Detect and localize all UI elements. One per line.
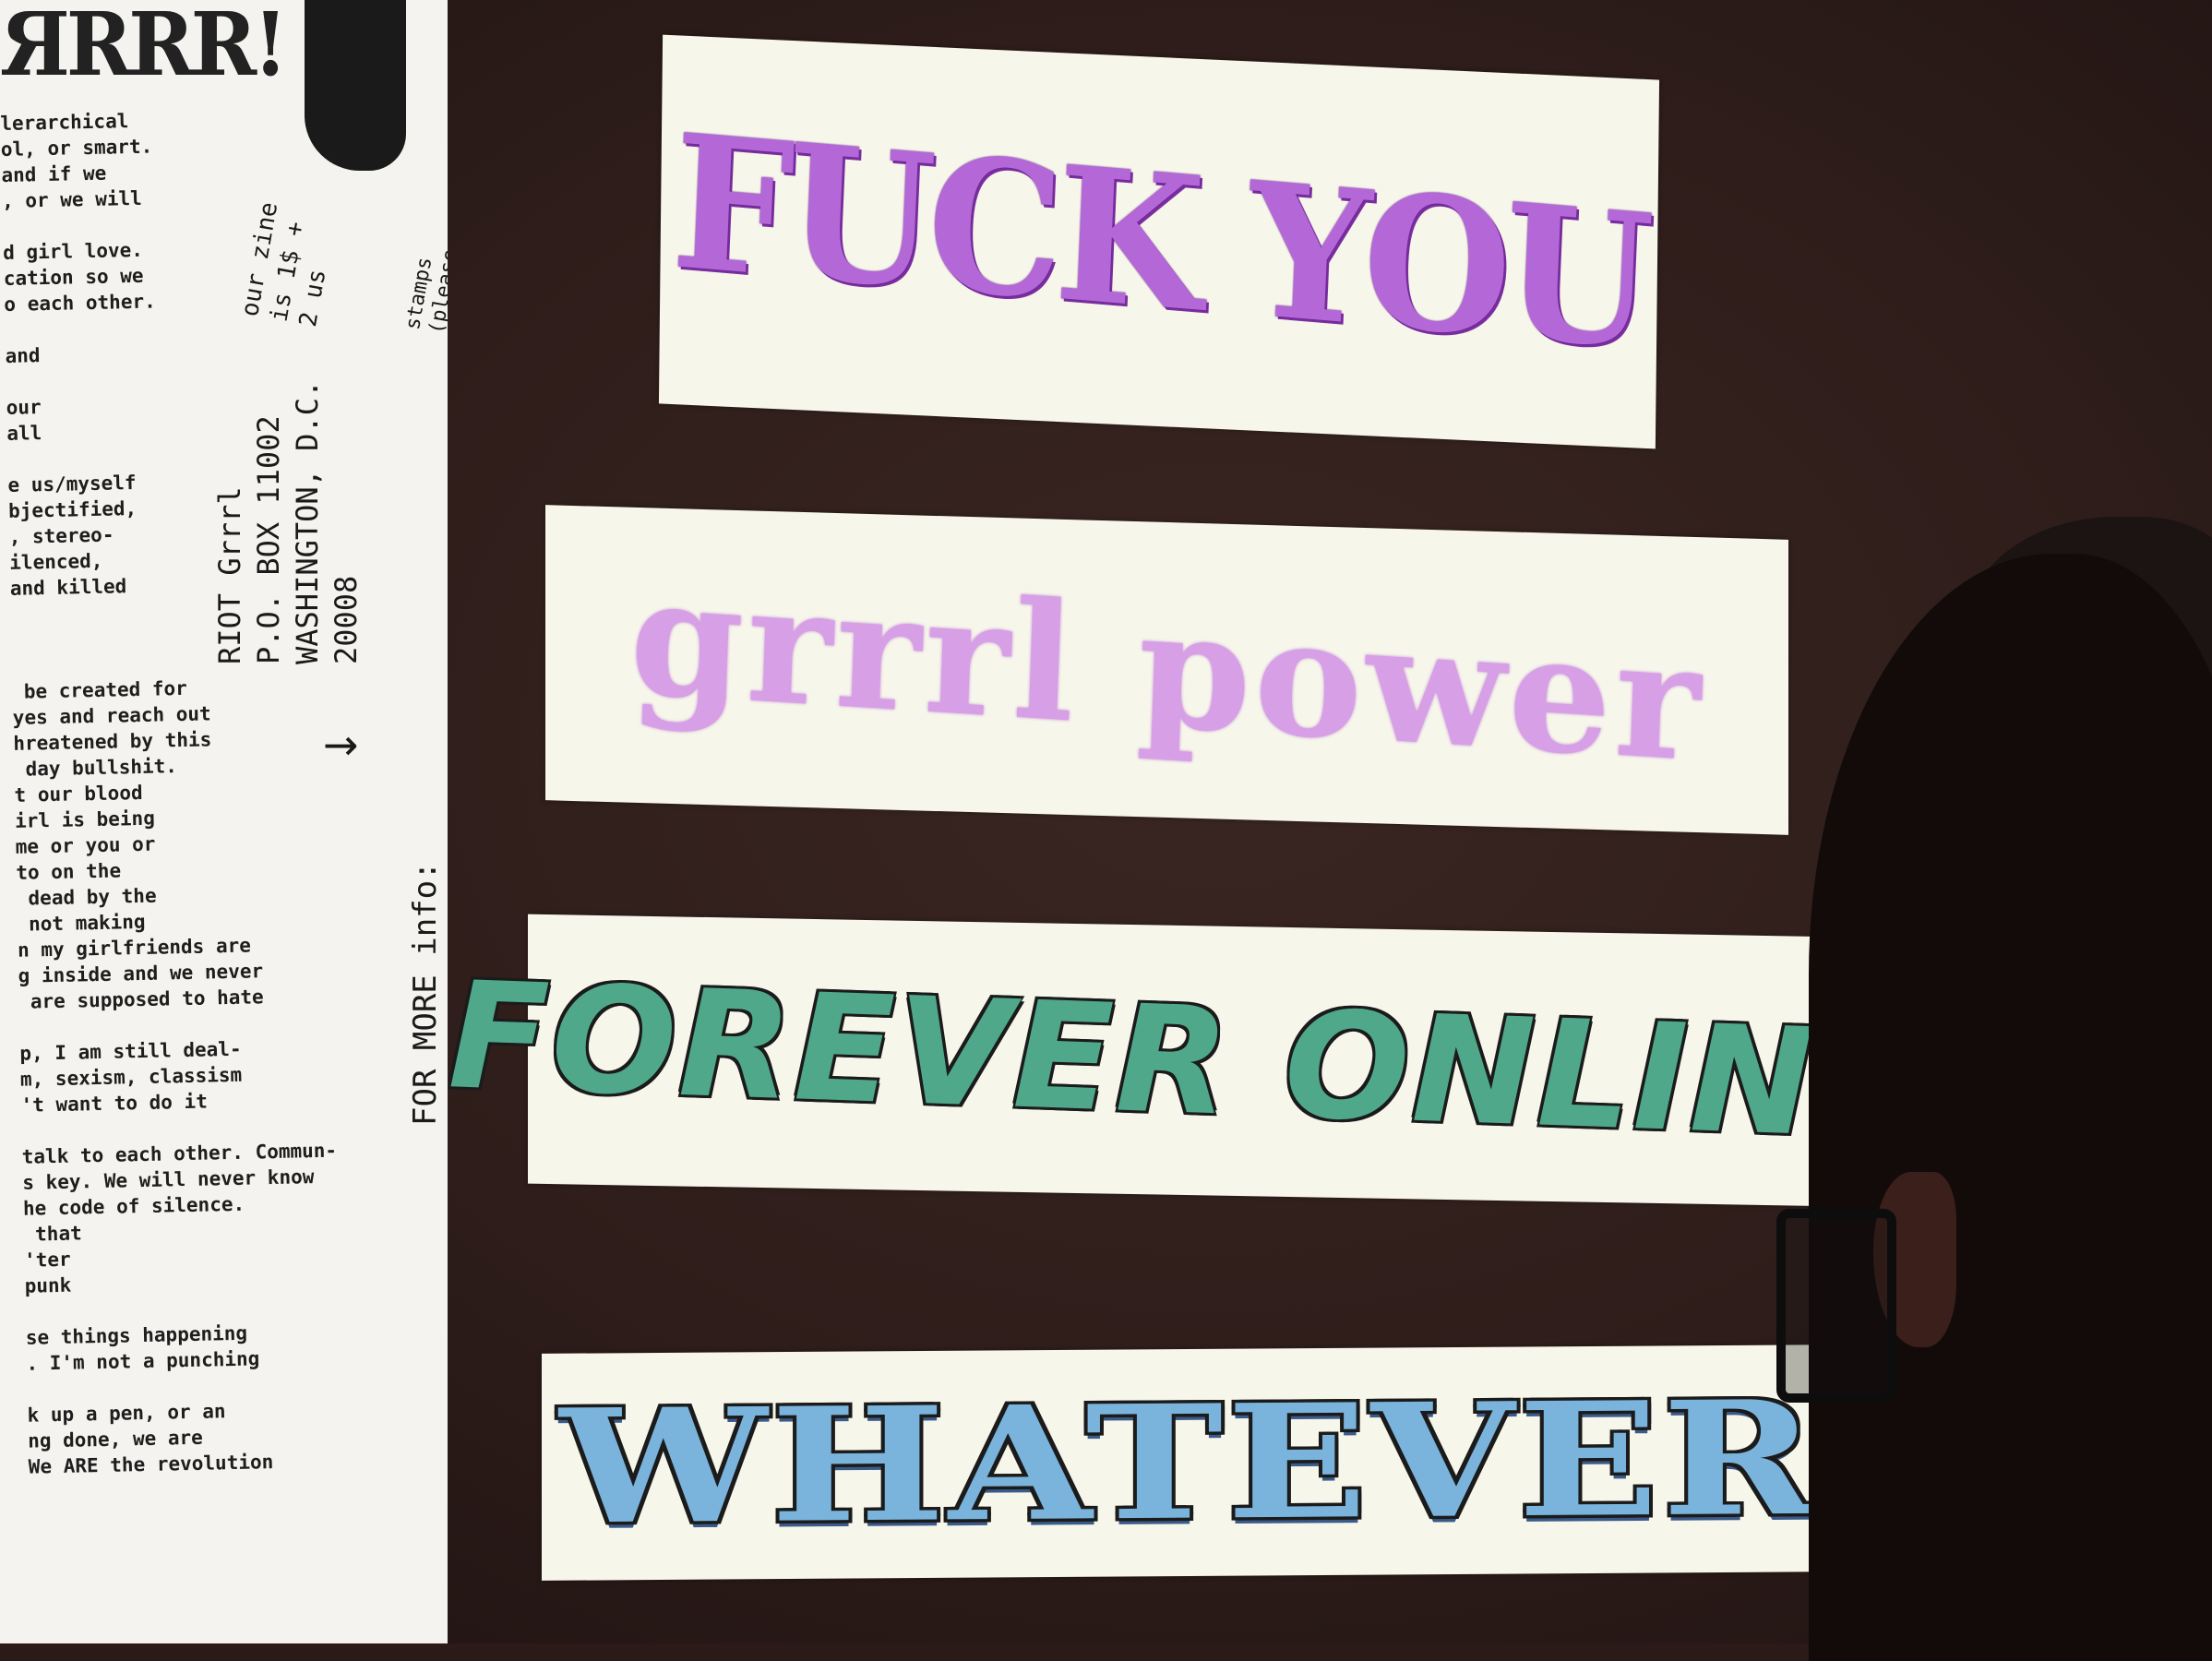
- viewer-silhouette: [1809, 554, 2212, 1661]
- glasses-icon: [1776, 1209, 1896, 1403]
- zine-handwritten-info: FOR MORE info: send 1$ to: [407, 861, 448, 1126]
- banner-forever-online: FOREVER ONLINE: [447, 914, 1919, 1207]
- banner-text: grrrl power: [627, 542, 1707, 798]
- banner-fuck-you: FUCK YOU: [658, 34, 1660, 449]
- banner-whatever: WHATEVER: [542, 1344, 1837, 1581]
- banner-text: WHATEVER: [559, 1366, 1820, 1559]
- banner-text: FOREVER ONLINE: [447, 948, 1919, 1173]
- zine-handwritten-address: RIOT Grrrl P.O. BOX 11002 WASHINGTON, D.…: [212, 379, 364, 664]
- zine-page: ЯRRR! lerarchical ol, or smart. and if we,…: [0, 0, 448, 1643]
- arrow-icon: →: [323, 720, 359, 770]
- zine-line: We ARE the revolution: [28, 1451, 274, 1478]
- banner-grrrl-power: grrrl power: [545, 505, 1788, 835]
- banner-text: FUCK YOU: [668, 92, 1650, 391]
